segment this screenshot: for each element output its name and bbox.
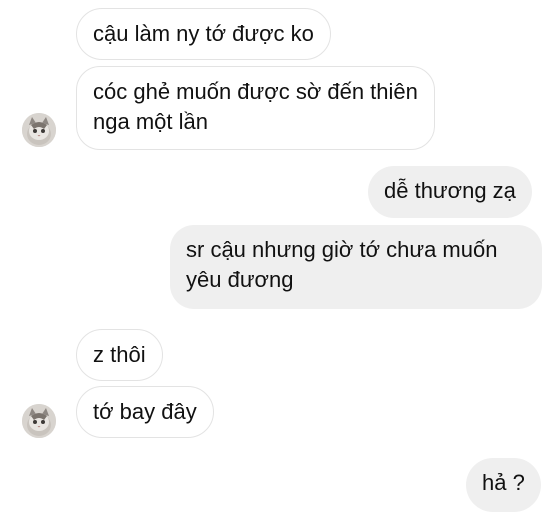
message-text: hả ? — [482, 470, 525, 495]
incoming-message-bubble[interactable]: cóc ghẻ muốn được sờ đến thiên nga một l… — [76, 66, 435, 150]
message-text: z thôi — [93, 342, 146, 367]
sender-avatar[interactable] — [22, 113, 56, 147]
message-text-line: nga một lần — [93, 109, 208, 134]
outgoing-message-bubble[interactable]: hả ? — [466, 458, 541, 512]
incoming-message-bubble[interactable]: tớ bay đây — [76, 386, 214, 438]
incoming-message-bubble[interactable]: cậu làm ny tớ được ko — [76, 8, 331, 60]
incoming-message-bubble[interactable]: z thôi — [76, 329, 163, 381]
message-text: dễ thương zạ — [384, 178, 516, 203]
cat-avatar-icon — [22, 113, 56, 147]
message-text-line: cóc ghẻ muốn được sờ đến thiên — [93, 79, 418, 104]
message-text: cậu làm ny tớ được ko — [93, 21, 314, 46]
message-text-line: sr cậu nhưng giờ tớ chưa muốn — [186, 237, 498, 262]
cat-avatar-icon — [22, 404, 56, 438]
sender-avatar[interactable] — [22, 404, 56, 438]
outgoing-message-bubble[interactable]: sr cậu nhưng giờ tớ chưa muốn yêu đương — [170, 225, 542, 309]
message-text-line: yêu đương — [186, 267, 294, 292]
outgoing-message-bubble[interactable]: dễ thương zạ — [368, 166, 532, 218]
message-text: tớ bay đây — [93, 399, 197, 424]
